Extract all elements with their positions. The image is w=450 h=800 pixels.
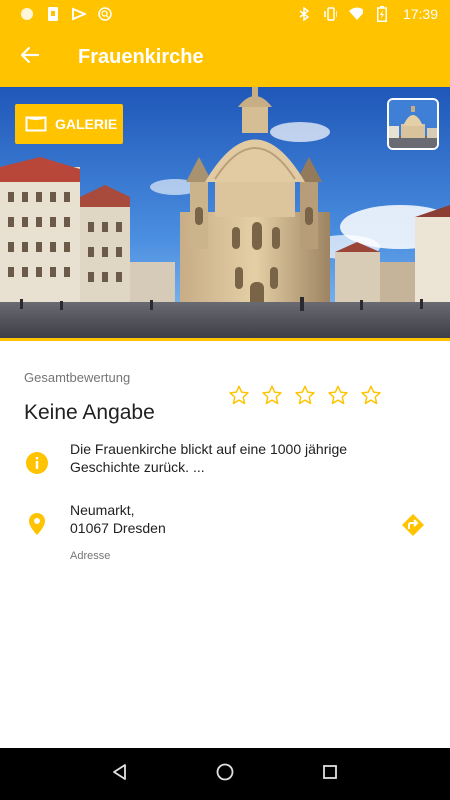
star-icon-4[interactable] [327, 384, 349, 406]
arrow-left-icon [20, 45, 40, 70]
media-icon [72, 7, 86, 21]
gallery-label: GALERIE [55, 116, 118, 132]
description-line-2: Geschichte zurück. ... [70, 459, 205, 475]
nav-recents-button[interactable] [306, 750, 354, 798]
location-pin-icon [27, 512, 47, 536]
wifi-icon [348, 7, 363, 21]
address-line-2: 01067 Dresden [70, 520, 166, 536]
notification-dot-icon [20, 7, 34, 21]
app-toolbar: Frauenkirche [0, 28, 450, 87]
info-icon [25, 451, 49, 475]
vibrate-icon [323, 7, 337, 21]
back-button[interactable] [0, 28, 60, 87]
page-title: Frauenkirche [78, 46, 204, 68]
star-icon-1[interactable] [228, 384, 250, 406]
hero-image: GALERIE [0, 87, 450, 341]
system-nav-bar [0, 748, 450, 800]
address-line-1: Neumarkt, [70, 502, 135, 518]
home-circle-icon [216, 763, 234, 786]
star-icon-3[interactable] [294, 384, 316, 406]
search-circle-icon [98, 7, 112, 21]
status-right-icons: 17:39 [297, 6, 438, 22]
gallery-frame-icon [25, 116, 47, 132]
rating-label: Gesamtbewertung [24, 370, 131, 385]
nav-home-button[interactable] [201, 750, 249, 798]
back-triangle-icon [111, 763, 129, 786]
status-time: 17:39 [402, 6, 438, 22]
sim-icon [46, 7, 60, 21]
star-rating [228, 384, 382, 406]
rating-value: Keine Angabe [24, 401, 155, 424]
star-icon-2[interactable] [261, 384, 283, 406]
status-left-icons [20, 7, 112, 21]
battery-icon [375, 6, 389, 22]
status-bar: 17:39 [0, 0, 450, 28]
description-text[interactable]: Die Frauenkirche blickt auf eine 1000 jä… [70, 440, 380, 476]
image-thumbnail[interactable] [387, 98, 439, 150]
bluetooth-icon [297, 7, 311, 21]
address-caption: Adresse [70, 550, 111, 562]
recents-square-icon [322, 764, 338, 785]
star-icon-5[interactable] [360, 384, 382, 406]
description-line-1: Die Frauenkirche blickt auf eine 1000 jä… [70, 441, 348, 457]
gallery-button[interactable]: GALERIE [15, 104, 123, 144]
address-text: Neumarkt, 01067 Dresden [70, 501, 166, 537]
directions-icon[interactable] [401, 513, 425, 537]
nav-back-button[interactable] [96, 750, 144, 798]
